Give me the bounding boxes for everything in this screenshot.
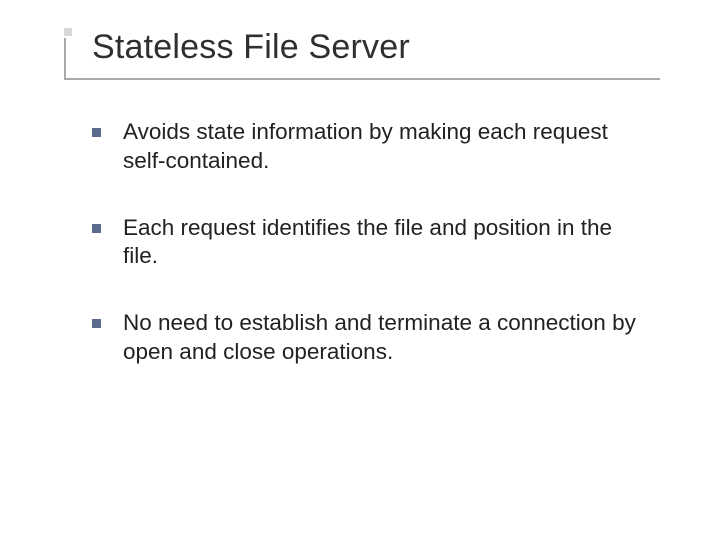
slide: Stateless File Server Avoids state infor…	[0, 0, 720, 540]
list-item: Avoids state information by making each …	[92, 118, 652, 176]
list-item: Each request identifies the file and pos…	[92, 214, 652, 272]
bullet-text: Each request identifies the file and pos…	[123, 214, 652, 272]
title-rule-vertical	[64, 38, 66, 80]
square-bullet-icon	[92, 224, 101, 233]
bullet-text: Avoids state information by making each …	[123, 118, 652, 176]
slide-body: Avoids state information by making each …	[92, 118, 652, 405]
title-wrap: Stateless File Server	[92, 28, 410, 67]
square-bullet-icon	[92, 319, 101, 328]
bullet-text: No need to establish and terminate a con…	[123, 309, 652, 367]
slide-title: Stateless File Server	[92, 28, 410, 67]
title-corner-shadow	[64, 28, 72, 36]
list-item: No need to establish and terminate a con…	[92, 309, 652, 367]
title-rule-horizontal	[64, 78, 660, 80]
square-bullet-icon	[92, 128, 101, 137]
